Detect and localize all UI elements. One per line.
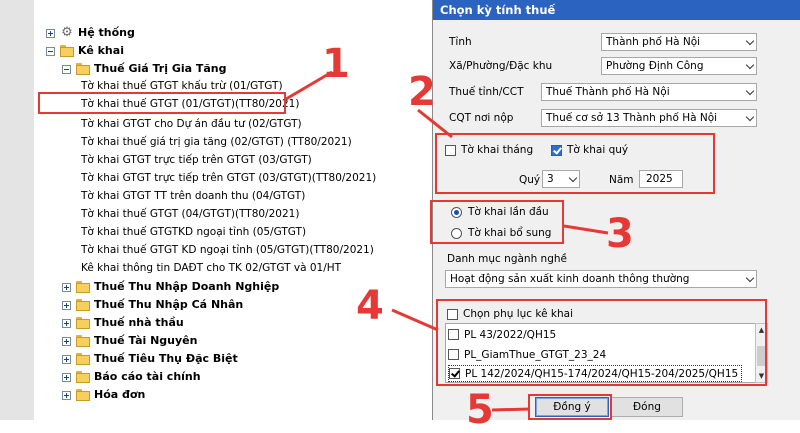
annotation-number-5: 5 (466, 387, 494, 433)
tree-item-label: Kê khai (78, 44, 124, 57)
annotation-number-4: 4 (356, 283, 384, 329)
expand-icon[interactable] (62, 282, 71, 292)
tree-item-ke-khai[interactable]: Kê khai (46, 42, 124, 60)
tree-item-tncn[interactable]: Thuế Thu Nhập Cá Nhân (62, 296, 243, 314)
function-tree: ⚙ Hệ thống Kê khai Thuế Giá Trị Gia Tăng… (34, 0, 432, 420)
tree-item-he-thong[interactable]: ⚙ Hệ thống (46, 24, 135, 42)
folder-icon (76, 63, 90, 75)
tree-item-bctc[interactable]: Báo cáo tài chính (62, 368, 201, 386)
tax-office-select[interactable]: Thuế Thành phố Hà Nội (541, 83, 757, 101)
tree-item-form[interactable]: Tờ khai GTGT cho Dự án đầu tư (02/GTGT) (81, 115, 302, 133)
tree-item-label: Tờ khai GTGT trực tiếp trên GTGT (03/GTG… (81, 172, 377, 184)
tree-item-label: Tờ khai GTGT trực tiếp trên GTGT (03/GTG… (81, 154, 312, 166)
annotation-number-1: 1 (322, 41, 350, 87)
tax-office-label: Thuế tỉnh/CCT (449, 86, 524, 98)
tree-item-label: Báo cáo tài chính (94, 370, 201, 383)
tree-item-label: Tờ khai thuế giá trị gia tăng (02/GTGT) … (81, 136, 352, 148)
tree-item-form[interactable]: Tờ khai GTGT TT trên doanh thu (04/GTGT) (81, 187, 305, 205)
chevron-down-icon[interactable] (744, 271, 756, 287)
chevron-down-icon[interactable] (744, 110, 756, 126)
province-value: Thành phố Hà Nội (606, 36, 701, 48)
ward-value: Phường Định Công (606, 60, 704, 72)
tree-item-label: Kê khai thông tin DAĐT cho TK 02/GTGT và… (81, 262, 342, 274)
ward-label: Xã/Phường/Đặc khu (449, 60, 553, 72)
folder-icon (76, 281, 90, 293)
tree-item-form[interactable]: Tờ khai thuế GTGTKD ngoại tỉnh (05/GTGT) (81, 223, 306, 241)
tree-item-label: Hóa đơn (94, 388, 146, 401)
folder-icon (76, 353, 90, 365)
tree-item-ttdb[interactable]: Thuế Tiêu Thụ Đặc Biệt (62, 350, 238, 368)
folder-icon (60, 45, 74, 57)
dialog-titlebar: Chọn kỳ tính thuế (433, 0, 800, 20)
submit-office-select[interactable]: Thuế cơ sở 13 Thành phố Hà Nội (541, 109, 757, 127)
province-label: Tỉnh (449, 36, 472, 48)
submit-office-value: Thuế cơ sở 13 Thành phố Hà Nội (546, 112, 718, 124)
dialog-title: Chọn kỳ tính thuế (440, 3, 556, 17)
highlight-box-1 (38, 92, 286, 114)
tree-item-form[interactable]: Tờ khai GTGT trực tiếp trên GTGT (03/GTG… (81, 169, 376, 187)
tree-item-hoa-don[interactable]: Hóa đơn (62, 386, 145, 404)
tree-item-label: Thuế Tài Nguyên (94, 334, 198, 347)
tax-office-value: Thuế Thành phố Hà Nội (546, 86, 670, 98)
expand-icon[interactable] (62, 372, 71, 382)
tree-item-nha-thau[interactable]: Thuế nhà thầu (62, 314, 184, 332)
tree-item-label: Thuế Giá Trị Gia Tăng (94, 62, 227, 75)
close-button[interactable]: Đóng (611, 397, 683, 417)
submit-office-label: CQT nơi nộp (449, 112, 514, 124)
tree-item-form[interactable]: Tờ khai GTGT trực tiếp trên GTGT (03/GTG… (81, 151, 312, 169)
tree-item-label: Thuế Thu Nhập Cá Nhân (94, 298, 244, 311)
annotation-number-2: 2 (408, 69, 436, 115)
tree-item-form[interactable]: Tờ khai thuế GTGT KD ngoại tỉnh (05/GTGT… (81, 241, 374, 259)
expand-icon[interactable] (62, 354, 71, 364)
tree-item-label: Tờ khai GTGT TT trên doanh thu (04/GTGT) (81, 190, 306, 202)
folder-icon (76, 299, 90, 311)
tree-item-thue-gtgt[interactable]: Thuế Giá Trị Gia Tăng (62, 60, 227, 78)
chevron-down-icon[interactable] (744, 84, 756, 100)
province-select[interactable]: Thành phố Hà Nội (601, 33, 757, 51)
folder-icon (76, 389, 90, 401)
tree-item-label: Tờ khai thuế GTGTKD ngoại tỉnh (05/GTGT) (81, 226, 307, 238)
tree-item-label: Tờ khai thuế GTGT KD ngoại tỉnh (05/GTGT… (81, 244, 374, 256)
tree-item-label: Thuế Thu Nhập Doanh Nghiệp (94, 280, 280, 293)
tree-item-label: Thuế nhà thầu (94, 316, 184, 329)
folder-icon (76, 371, 90, 383)
expand-icon[interactable] (62, 390, 71, 400)
highlight-box-4 (436, 299, 767, 386)
tree-item-label: Tờ khai thuế GTGT (04/GTGT)(TT80/2021) (81, 208, 300, 220)
industry-select[interactable]: Hoạt động sản xuất kinh doanh thông thườ… (445, 270, 757, 288)
tree-item-label: Thuế Tiêu Thụ Đặc Biệt (94, 352, 238, 365)
tree-item-form[interactable]: Tờ khai thuế GTGT (04/GTGT)(TT80/2021) (81, 205, 299, 223)
ward-select[interactable]: Phường Định Công (601, 57, 757, 75)
left-gutter (0, 0, 34, 420)
tree-item-label: Hệ thống (78, 26, 135, 39)
expand-icon[interactable] (46, 28, 55, 38)
expand-icon[interactable] (62, 336, 71, 346)
gear-icon: ⚙ (61, 25, 73, 40)
expand-icon[interactable] (62, 318, 71, 328)
highlight-box-5 (528, 394, 612, 420)
highlight-box-3 (430, 200, 564, 244)
chevron-down-icon[interactable] (744, 58, 756, 74)
collapse-icon[interactable] (62, 64, 71, 74)
chevron-down-icon[interactable] (744, 34, 756, 50)
folder-icon (76, 335, 90, 347)
tree-item-tai-nguyen[interactable]: Thuế Tài Nguyên (62, 332, 197, 350)
tree-item-tndn[interactable]: Thuế Thu Nhập Doanh Nghiệp (62, 278, 279, 296)
industry-value: Hoạt động sản xuất kinh doanh thông thườ… (450, 273, 690, 285)
expand-icon[interactable] (62, 300, 71, 310)
highlight-box-2 (435, 133, 715, 194)
collapse-icon[interactable] (46, 46, 55, 56)
industry-label: Danh mục ngành nghề (447, 253, 567, 265)
folder-icon (76, 317, 90, 329)
tree-item-form[interactable]: Tờ khai thuế giá trị gia tăng (02/GTGT) … (81, 133, 352, 151)
tree-item-form[interactable]: Kê khai thông tin DAĐT cho TK 02/GTGT và… (81, 259, 341, 277)
tree-item-label: Tờ khai GTGT cho Dự án đầu tư (02/GTGT) (81, 118, 302, 130)
annotation-number-3: 3 (606, 211, 634, 257)
